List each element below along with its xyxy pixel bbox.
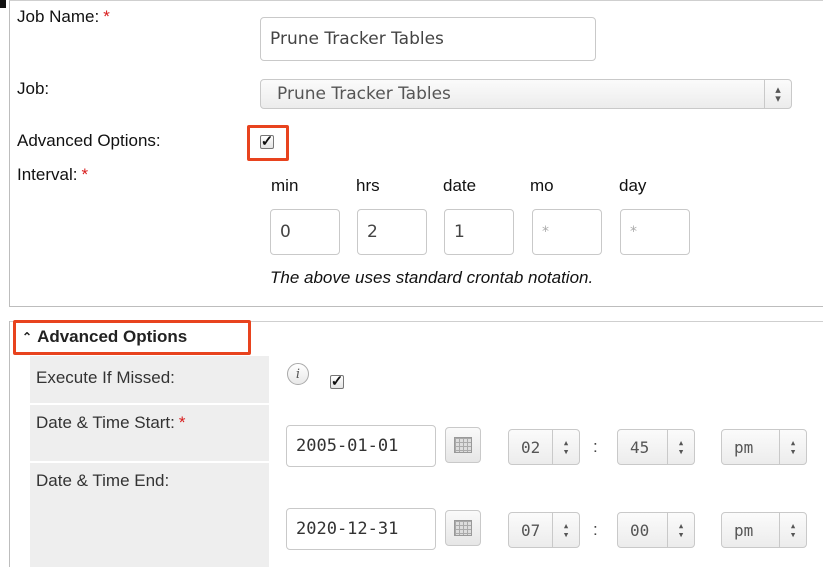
select-arrows-icon: ▴ ▾ [552, 513, 579, 547]
end-date-input[interactable]: 2020-12-31 [286, 508, 436, 550]
interval-label-text: Interval: [17, 165, 78, 184]
execute-if-missed-label: Execute If Missed: [36, 368, 175, 387]
advanced-options-label: Advanced Options: [17, 131, 161, 150]
required-mark: * [178, 413, 186, 432]
job-name-label-text: Job Name: [17, 7, 100, 26]
start-ampm-select[interactable]: pm ▴ ▾ [721, 429, 807, 465]
end-ampm-select[interactable]: pm ▴ ▾ [721, 512, 807, 548]
job-name-label: Job Name: * [17, 7, 110, 27]
select-arrows-icon: ▴ ▾ [779, 430, 806, 464]
advanced-options-checkbox[interactable]: ✓ [260, 134, 274, 149]
required-mark: * [81, 165, 89, 184]
select-arrows-icon: ▴ ▾ [764, 80, 791, 108]
start-date-input[interactable]: 2005-01-01 [286, 425, 436, 467]
advanced-options-toggle[interactable]: ⌃ Advanced Options [22, 327, 187, 347]
start-ampm-value: pm [734, 437, 754, 457]
double-chevron-up-icon: ⌃ [22, 330, 33, 344]
interval-day-input[interactable]: * [620, 209, 690, 255]
interval-header-mo: mo [530, 176, 554, 195]
end-calendar-button[interactable] [445, 510, 481, 546]
start-minute-value: 45 [630, 437, 650, 457]
job-name-input[interactable]: Prune Tracker Tables [260, 17, 596, 61]
execute-if-missed-checkbox[interactable]: ✓ [330, 374, 344, 389]
interval-min-input[interactable]: 0 [270, 209, 340, 255]
start-label: Date & Time Start: * [36, 413, 186, 433]
advanced-options-title: Advanced Options [37, 327, 188, 346]
start-hour-value: 02 [521, 437, 541, 457]
calendar-icon [454, 520, 472, 536]
interval-header-min: min [271, 176, 299, 195]
info-icon[interactable]: i [287, 363, 309, 385]
job-select[interactable]: Prune Tracker Tables ▴ ▾ [260, 79, 792, 109]
start-calendar-button[interactable] [445, 427, 481, 463]
interval-hrs-input[interactable]: 2 [357, 209, 427, 255]
end-ampm-value: pm [734, 520, 754, 540]
end-label: Date & Time End: [36, 471, 170, 490]
start-label-text: Date & Time Start: [36, 413, 175, 432]
end-hour-value: 07 [521, 520, 541, 540]
job-label: Job: [17, 79, 50, 98]
calendar-icon [454, 437, 472, 453]
select-arrows-icon: ▴ ▾ [667, 430, 694, 464]
interval-date-input[interactable]: 1 [444, 209, 514, 255]
row-separator [30, 461, 269, 463]
panel-left-border [9, 321, 10, 567]
time-separator: : [593, 520, 598, 539]
start-minute-select[interactable]: 45 ▴ ▾ [617, 429, 695, 465]
select-arrows-icon: ▴ ▾ [552, 430, 579, 464]
interval-header-hrs: hrs [356, 176, 380, 195]
corner-mark [0, 0, 6, 8]
interval-header-day: day [619, 176, 647, 195]
row-separator [30, 403, 269, 405]
start-hour-select[interactable]: 02 ▴ ▾ [508, 429, 580, 465]
job-select-value: Prune Tracker Tables [277, 84, 451, 104]
end-minute-value: 00 [630, 520, 650, 540]
select-arrows-icon: ▴ ▾ [667, 513, 694, 547]
required-mark: * [103, 7, 110, 26]
interval-mo-input[interactable]: * [532, 209, 602, 255]
crontab-note: The above uses standard crontab notation… [270, 268, 594, 287]
interval-label: Interval: * [17, 165, 88, 185]
time-separator: : [593, 437, 598, 456]
end-hour-select[interactable]: 07 ▴ ▾ [508, 512, 580, 548]
end-minute-select[interactable]: 00 ▴ ▾ [617, 512, 695, 548]
select-arrows-icon: ▴ ▾ [779, 513, 806, 547]
interval-header-date: date [443, 176, 477, 195]
